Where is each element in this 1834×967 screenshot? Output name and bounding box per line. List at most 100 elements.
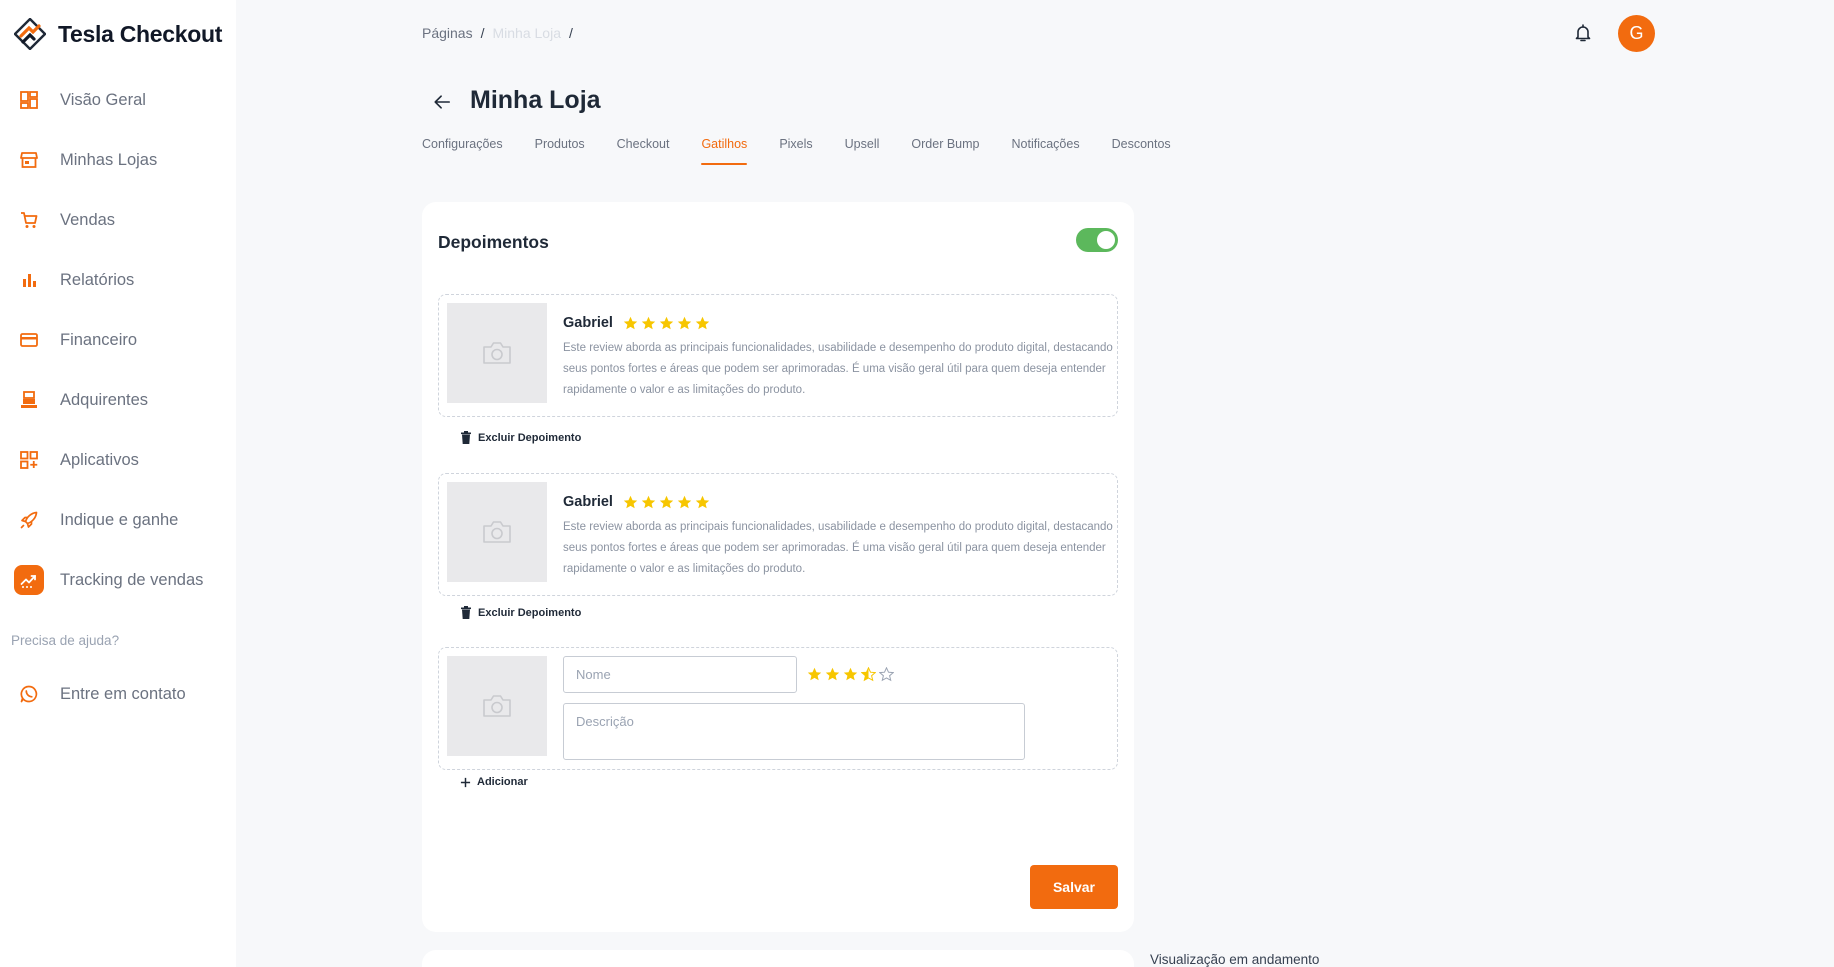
delete-review-label: Excluir Depoimento <box>478 606 582 619</box>
star-icon <box>825 667 840 681</box>
new-review-photo[interactable] <box>447 656 547 756</box>
testimonials-title: Depoimentos <box>438 232 549 252</box>
tracking-icon <box>14 565 44 595</box>
tab-configuracoes[interactable]: Configurações <box>422 137 503 165</box>
star-icon <box>623 495 638 508</box>
trash-icon <box>461 606 471 619</box>
review-name: Gabriel <box>563 494 613 510</box>
sidebar: Tesla Checkout Visão Geral Minhas Lojas … <box>0 0 236 967</box>
breadcrumb-root[interactable]: Páginas <box>422 25 473 41</box>
store-icon <box>14 145 44 175</box>
review-item: Gabriel Este review aborda as principais… <box>438 473 1118 596</box>
tab-notificacoes[interactable]: Notificações <box>1012 137 1080 165</box>
back-arrow-icon[interactable] <box>430 90 454 114</box>
tab-order-bump[interactable]: Order Bump <box>911 137 979 165</box>
page-title: Minha Loja <box>470 86 601 114</box>
star-icon <box>879 667 894 682</box>
sidebar-item-relatorios[interactable]: Relatórios <box>0 250 236 310</box>
trash-icon <box>461 431 471 444</box>
dashboard-icon <box>14 85 44 115</box>
sidebar-item-financeiro[interactable]: Financeiro <box>0 310 236 370</box>
brand[interactable]: Tesla Checkout <box>14 12 222 56</box>
register-icon <box>14 385 44 415</box>
sidebar-item-label: Entre em contato <box>60 684 186 703</box>
description-input[interactable] <box>563 703 1025 760</box>
review-text: Este review aborda as principais funcion… <box>563 521 1113 575</box>
sidebar-item-label: Aplicativos <box>60 450 139 469</box>
notifications-bell-icon[interactable] <box>1570 20 1596 46</box>
brand-name: Tesla Checkout <box>58 20 223 47</box>
sidebar-item-vendas[interactable]: Vendas <box>0 190 236 250</box>
sidebar-item-label: Vendas <box>60 210 116 229</box>
sidebar-item-minhas-lojas[interactable]: Minhas Lojas <box>0 130 236 190</box>
contact-section: Entre em contato <box>0 664 236 724</box>
apps-icon <box>14 445 44 475</box>
bar-chart-icon <box>14 265 44 295</box>
sidebar-item-label: Visão Geral <box>60 90 146 109</box>
star-icon <box>641 316 656 329</box>
review-header: Gabriel <box>563 315 710 331</box>
help-label: Precisa de ajuda? <box>11 633 120 648</box>
sidebar-item-tracking-de-vendas[interactable]: Tracking de vendas <box>0 550 236 610</box>
star-rating <box>623 316 710 331</box>
tab-produtos[interactable]: Produtos <box>535 137 585 165</box>
star-icon <box>843 667 858 681</box>
secondary-card <box>422 950 1134 967</box>
delete-review-button[interactable]: Excluir Depoimento <box>460 606 581 619</box>
add-review-button[interactable]: Adicionar <box>460 776 528 788</box>
tab-checkout[interactable]: Checkout <box>617 137 670 165</box>
sidebar-item-adquirentes[interactable]: Adquirentes <box>0 370 236 430</box>
tab-descontos[interactable]: Descontos <box>1112 137 1171 165</box>
name-input[interactable] <box>563 656 797 693</box>
new-review-star-rating[interactable] <box>807 667 894 682</box>
whatsapp-icon <box>14 679 44 709</box>
star-icon <box>659 316 674 329</box>
add-review-label: Adicionar <box>477 776 528 788</box>
tabs: Configurações Produtos Checkout Gatilhos… <box>422 137 1203 165</box>
tab-pixels[interactable]: Pixels <box>779 137 812 165</box>
camera-icon <box>483 521 511 543</box>
save-button[interactable]: Salvar <box>1030 865 1118 909</box>
review-photo[interactable] <box>447 482 547 582</box>
star-icon <box>861 667 876 682</box>
review-text: Este review aborda as principais funcion… <box>563 342 1113 396</box>
star-icon <box>641 495 656 508</box>
breadcrumb-separator: / <box>480 25 485 41</box>
tesla-checkout-logo <box>14 18 46 50</box>
plus-icon <box>460 777 471 787</box>
star-icon <box>659 495 674 508</box>
credit-card-icon <box>14 325 44 355</box>
delete-review-label: Excluir Depoimento <box>478 431 582 444</box>
sidebar-item-visao-geral[interactable]: Visão Geral <box>0 70 236 130</box>
star-icon <box>677 316 692 329</box>
cart-icon <box>14 205 44 235</box>
avatar[interactable]: G <box>1618 15 1655 52</box>
testimonials-toggle[interactable] <box>1076 228 1118 252</box>
sidebar-item-label: Minhas Lojas <box>60 150 158 169</box>
sidebar-item-aplicativos[interactable]: Aplicativos <box>0 430 236 490</box>
sidebar-item-indique-e-ganhe[interactable]: Indique e ganhe <box>0 490 236 550</box>
sidebar-item-label: Relatórios <box>60 270 135 289</box>
review-name: Gabriel <box>563 315 613 331</box>
sidebar-item-label: Indique e ganhe <box>60 510 179 529</box>
delete-review-button[interactable]: Excluir Depoimento <box>460 431 581 444</box>
sidebar-item-entre-em-contato[interactable]: Entre em contato <box>0 664 236 724</box>
star-icon <box>695 316 710 329</box>
camera-icon <box>483 695 511 717</box>
sidebar-item-label: Tracking de vendas <box>60 570 204 589</box>
tab-upsell[interactable]: Upsell <box>845 137 880 165</box>
review-photo[interactable] <box>447 303 547 403</box>
review-item: Gabriel Este review aborda as principais… <box>438 294 1118 417</box>
new-review-form <box>438 647 1118 770</box>
star-icon <box>677 495 692 508</box>
star-icon <box>623 316 638 329</box>
sidebar-item-label: Financeiro <box>60 330 138 349</box>
tab-gatilhos[interactable]: Gatilhos <box>701 137 747 165</box>
breadcrumb: Páginas / Minha Loja / <box>422 25 573 41</box>
star-icon <box>807 667 822 681</box>
breadcrumb-separator: / <box>568 25 573 41</box>
rocket-icon <box>14 505 44 535</box>
star-icon <box>695 495 710 508</box>
testimonials-card: Depoimentos Gabriel Este review aborda a… <box>422 202 1134 932</box>
toggle-knob <box>1097 231 1115 249</box>
